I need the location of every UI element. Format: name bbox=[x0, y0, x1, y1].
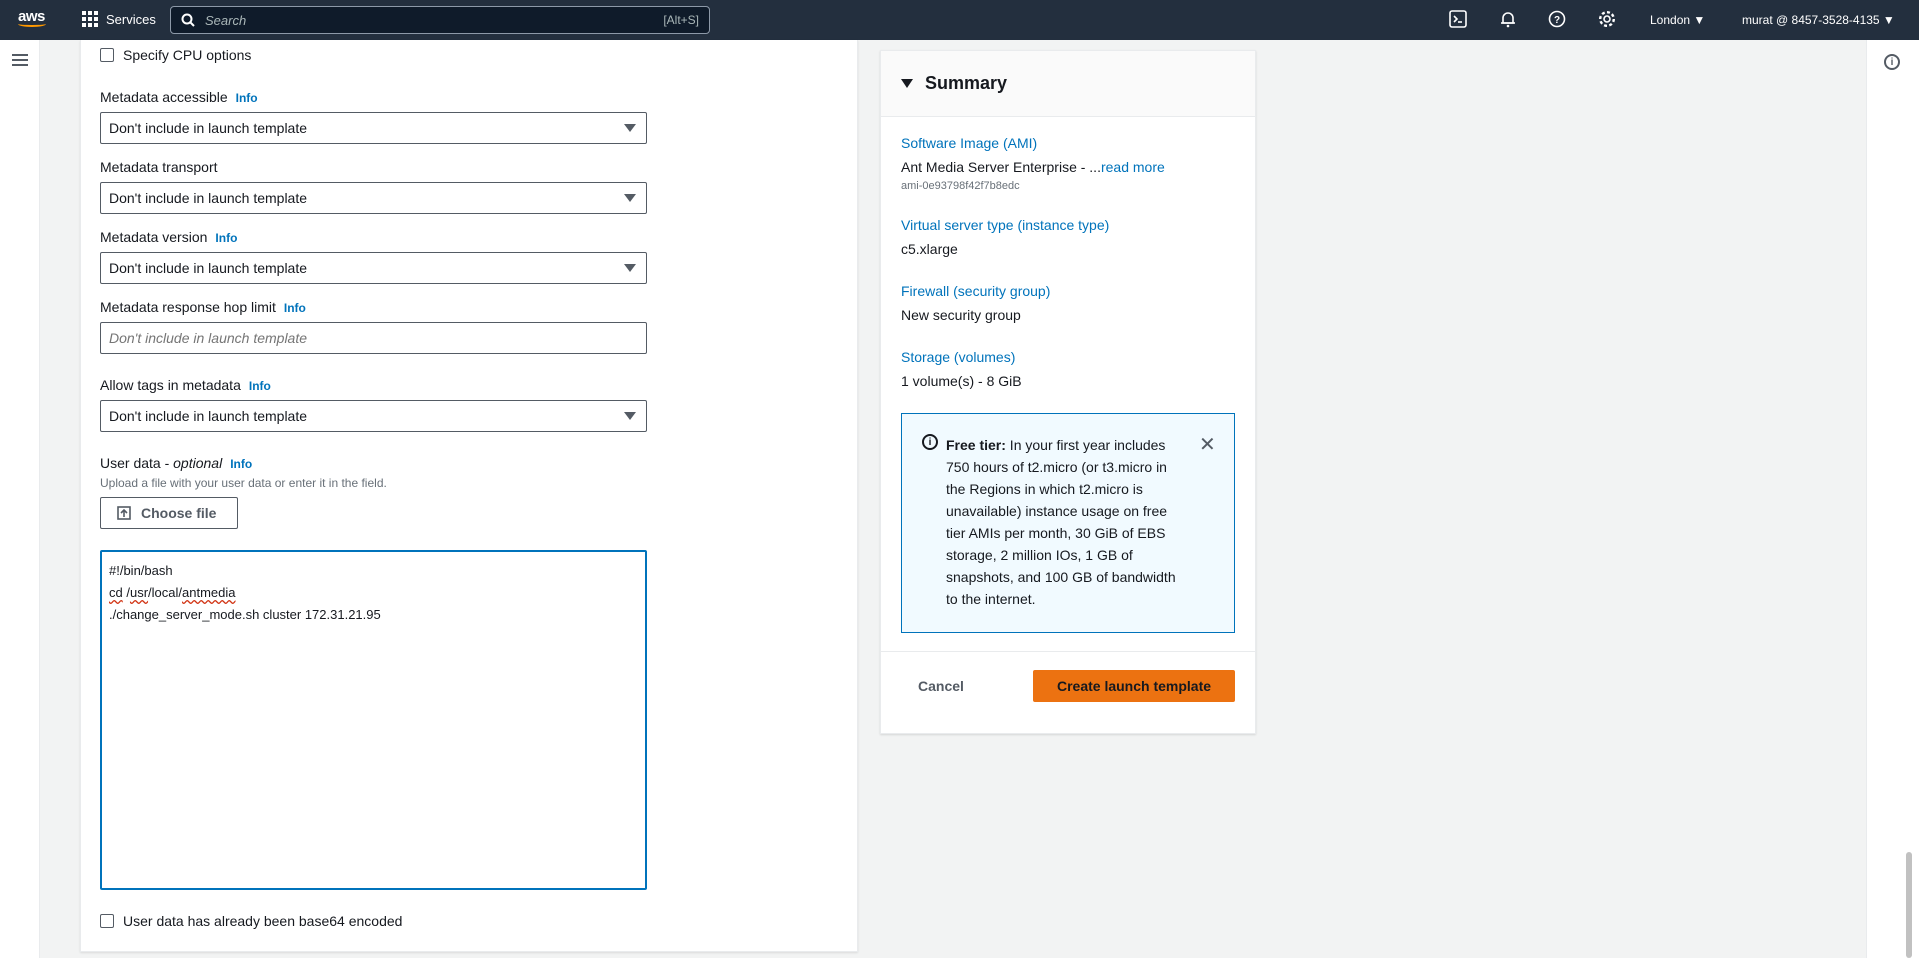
user-data-line-3: ./change_server_mode.sh cluster 172.31.2… bbox=[109, 607, 381, 622]
base64-checkbox-row[interactable]: User data has already been base64 encode… bbox=[100, 913, 402, 929]
account-menu[interactable]: murat @ 8457-3528-4135 ▼ bbox=[1742, 13, 1895, 27]
cpu-options-checkbox-row[interactable]: Specify CPU options bbox=[100, 47, 251, 63]
user-data-optional: optional bbox=[173, 455, 223, 471]
metadata-accessible-value: Don't include in launch template bbox=[109, 120, 308, 136]
summary-panel: Summary Software Image (AMI) Ant Media S… bbox=[880, 50, 1256, 734]
close-icon[interactable]: ✕ bbox=[1199, 432, 1216, 457]
hop-limit-info-link[interactable]: Info bbox=[284, 301, 306, 315]
info-panel-icon[interactable]: i bbox=[1884, 54, 1900, 70]
allow-tags-value: Don't include in launch template bbox=[109, 408, 308, 424]
storage-label[interactable]: Storage (volumes) bbox=[901, 349, 1015, 365]
cancel-button[interactable]: Cancel bbox=[901, 670, 981, 702]
user-data-label: User data - optional Info bbox=[100, 455, 252, 471]
caret-down-icon bbox=[624, 124, 636, 132]
instance-type-value: c5.xlarge bbox=[901, 241, 958, 257]
caret-down-icon bbox=[624, 194, 636, 202]
gear-icon[interactable] bbox=[1598, 10, 1616, 28]
metadata-version-text: Metadata version bbox=[100, 229, 208, 245]
firewall-label[interactable]: Firewall (security group) bbox=[901, 283, 1050, 299]
page-scrollbar[interactable] bbox=[1906, 852, 1912, 958]
search-shortcut: [Alt+S] bbox=[663, 13, 699, 27]
advanced-details-panel: Specify CPU options Metadata accessible … bbox=[80, 40, 858, 952]
info-icon: i bbox=[922, 434, 938, 450]
user-data-info-link[interactable]: Info bbox=[230, 457, 252, 471]
services-label: Services bbox=[106, 11, 156, 27]
ami-value: Ant Media Server Enterprise - ...read mo… bbox=[901, 159, 1165, 175]
metadata-accessible-text: Metadata accessible bbox=[100, 89, 228, 105]
create-launch-template-button[interactable]: Create launch template bbox=[1033, 670, 1235, 702]
allow-tags-label: Allow tags in metadata Info bbox=[100, 377, 271, 393]
firewall-value: New security group bbox=[901, 307, 1021, 323]
bell-icon[interactable] bbox=[1499, 10, 1517, 28]
left-sidebar-strip bbox=[0, 40, 40, 958]
user-data-textarea[interactable]: #!/bin/bash cd /usr/local/antmedia ./chang… bbox=[100, 550, 647, 890]
metadata-transport-select[interactable]: Don't include in launch template bbox=[100, 182, 647, 214]
caret-down-icon bbox=[901, 79, 913, 88]
search-placeholder: Search bbox=[205, 12, 247, 28]
free-tier-alert: i Free tier: In your first year includes… bbox=[901, 413, 1235, 633]
metadata-accessible-select[interactable]: Don't include in launch template bbox=[100, 112, 647, 144]
metadata-version-info-link[interactable]: Info bbox=[215, 231, 237, 245]
region-selector[interactable]: London ▼ bbox=[1650, 13, 1705, 27]
metadata-accessible-info-link[interactable]: Info bbox=[236, 91, 258, 105]
summary-header[interactable]: Summary bbox=[881, 51, 1255, 117]
top-navigation: aws Services Search [Alt+S] ? London ▼ m… bbox=[0, 0, 1919, 40]
metadata-transport-label: Metadata transport bbox=[100, 159, 218, 175]
hop-limit-text: Metadata response hop limit bbox=[100, 299, 276, 315]
metadata-version-value: Don't include in launch template bbox=[109, 260, 308, 276]
cpu-options-label: Specify CPU options bbox=[123, 47, 252, 63]
caret-down-icon bbox=[624, 412, 636, 420]
summary-footer: Cancel Create launch template bbox=[881, 651, 1255, 733]
aws-logo[interactable]: aws bbox=[18, 8, 50, 32]
cpu-options-checkbox[interactable] bbox=[100, 48, 114, 62]
code-usr: usr bbox=[129, 585, 149, 600]
upload-icon bbox=[117, 506, 131, 520]
user-data-title: User data - bbox=[100, 455, 174, 471]
search-input[interactable]: Search [Alt+S] bbox=[170, 6, 710, 34]
code-antmedia: antmedia bbox=[182, 585, 236, 600]
code-cd: cd bbox=[109, 585, 123, 600]
choose-file-label: Choose file bbox=[141, 505, 217, 521]
aws-logo-text: aws bbox=[18, 8, 45, 25]
summary-title: Summary bbox=[925, 73, 1008, 93]
user-data-label-text: User data - optional bbox=[100, 455, 222, 471]
free-tier-bold: Free tier: bbox=[946, 437, 1006, 453]
hamburger-menu-icon[interactable] bbox=[12, 54, 28, 66]
metadata-version-select[interactable]: Don't include in launch template bbox=[100, 252, 647, 284]
metadata-version-label: Metadata version Info bbox=[100, 229, 237, 245]
right-tools-strip: i bbox=[1866, 40, 1919, 958]
instance-type-label[interactable]: Virtual server type (instance type) bbox=[901, 217, 1109, 233]
metadata-transport-value: Don't include in launch template bbox=[109, 190, 308, 206]
metadata-transport-text: Metadata transport bbox=[100, 159, 218, 175]
storage-value: 1 volume(s) - 8 GiB bbox=[901, 373, 1022, 389]
allow-tags-select[interactable]: Don't include in launch template bbox=[100, 400, 647, 432]
metadata-accessible-label: Metadata accessible Info bbox=[100, 89, 258, 105]
user-data-line-2: cd /usr/local/antmedia bbox=[109, 585, 236, 600]
ami-label[interactable]: Software Image (AMI) bbox=[901, 135, 1037, 151]
free-tier-body: In your first year includes 750 hours of… bbox=[946, 437, 1176, 607]
free-tier-text: Free tier: In your first year includes 7… bbox=[946, 434, 1186, 610]
hop-limit-input[interactable] bbox=[100, 322, 647, 354]
services-menu-button[interactable]: Services bbox=[82, 11, 156, 27]
ami-id: ami-0e93798f42f7b8edc bbox=[901, 180, 1020, 192]
caret-down-icon bbox=[624, 264, 636, 272]
choose-file-button[interactable]: Choose file bbox=[100, 497, 238, 529]
hop-limit-label: Metadata response hop limit Info bbox=[100, 299, 306, 315]
read-more-link[interactable]: read more bbox=[1101, 159, 1165, 175]
allow-tags-text: Allow tags in metadata bbox=[100, 377, 241, 393]
search-icon bbox=[181, 13, 195, 27]
base64-checkbox[interactable] bbox=[100, 914, 114, 928]
grid-icon bbox=[82, 11, 98, 27]
user-data-line-1: #!/bin/bash bbox=[109, 563, 173, 578]
help-icon[interactable]: ? bbox=[1548, 10, 1566, 28]
base64-label: User data has already been base64 encode… bbox=[123, 913, 403, 929]
allow-tags-info-link[interactable]: Info bbox=[249, 379, 271, 393]
ami-name: Ant Media Server Enterprise - ... bbox=[901, 159, 1101, 175]
code-local: local bbox=[151, 585, 179, 600]
cloudshell-icon[interactable] bbox=[1449, 10, 1467, 28]
svg-text:?: ? bbox=[1554, 15, 1560, 26]
user-data-hint: Upload a file with your user data or ent… bbox=[100, 476, 387, 490]
